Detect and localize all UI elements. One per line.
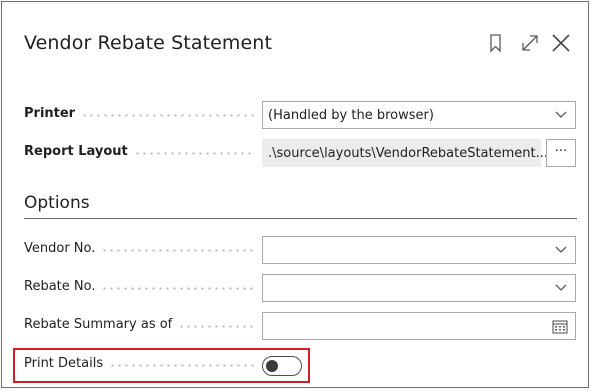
report-layout-label-row: Report Layout [24,144,254,159]
printer-label: Printer [24,106,76,121]
vendor-no-label: Vendor No. [24,241,96,256]
report-layout-value: .\source\layouts\VendorRebateStatement..… [268,146,553,161]
report-layout-label: Report Layout [24,144,128,159]
dialog-title: Vendor Rebate Statement [24,32,272,54]
highlight-box [13,348,310,383]
leader-dots [101,249,254,252]
vendor-no-select[interactable] [262,236,576,264]
report-layout-field: .\source\layouts\VendorRebateStatement..… [262,139,552,167]
chevron-down-icon [555,246,567,253]
leader-dots [133,152,254,155]
bookmark-icon[interactable] [488,32,504,54]
rebate-no-select[interactable] [262,274,576,302]
section-divider [24,218,577,219]
rebate-summary-label: Rebate Summary as of [24,317,173,332]
leader-dots [81,114,254,117]
close-icon[interactable] [550,32,572,54]
chevron-down-icon [555,111,567,118]
report-layout-lookup-button[interactable]: ··· [546,139,576,167]
expand-icon[interactable] [519,32,541,54]
vendor-no-label-row: Vendor No. [24,241,254,256]
options-section-title[interactable]: Options [24,193,90,213]
rebate-no-label-row: Rebate No. [24,279,254,294]
leader-dots [101,287,254,290]
printer-label-row: Printer [24,106,254,121]
rebate-no-label: Rebate No. [24,279,96,294]
leader-dots [178,325,254,328]
calendar-icon[interactable] [552,319,568,334]
printer-select[interactable]: (Handled by the browser) [262,101,576,129]
rebate-summary-date-input[interactable] [262,312,576,340]
report-request-dialog: Vendor Rebate Statement Printer (Handled… [1,1,589,388]
rebate-summary-label-row: Rebate Summary as of [24,317,254,332]
printer-value: (Handled by the browser) [268,108,434,123]
chevron-down-icon [555,284,567,291]
